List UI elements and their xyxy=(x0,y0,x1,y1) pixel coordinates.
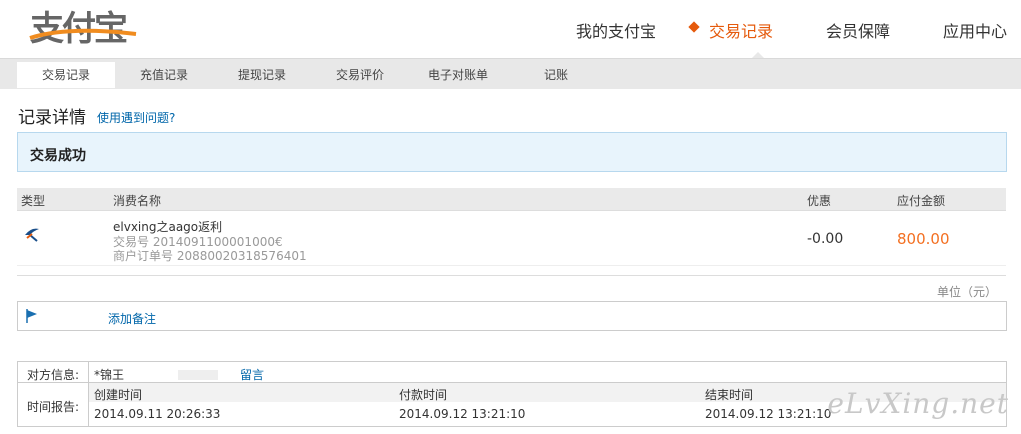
add-note-link[interactable]: 添加备注 xyxy=(108,310,156,327)
tab-e-statement[interactable]: 电子对账单 xyxy=(409,62,507,88)
header-amount: 应付金额 xyxy=(897,194,946,208)
header-name: 消费名称 xyxy=(113,194,162,208)
tab-transaction-reviews[interactable]: 交易评价 xyxy=(311,62,409,88)
nav-my-alipay[interactable]: 我的支付宝 xyxy=(576,18,656,42)
counterparty-label: 对方信息: xyxy=(26,368,80,382)
ended-time-label: 结束时间 xyxy=(705,388,754,402)
merchant-order-number: 商户订单号 20880020318576401 xyxy=(113,249,307,263)
table-row: elvxing之aago返利 交易号 2014091100001000€ 商户订… xyxy=(17,211,1006,266)
nav-member-protection[interactable]: 会员保障 xyxy=(826,18,890,42)
header-type: 类型 xyxy=(21,194,46,208)
time-report-label: 时间报告: xyxy=(26,400,80,414)
help-link[interactable]: 使用遇到问题? xyxy=(97,109,175,126)
watermark: eLvXing.net xyxy=(827,387,1009,420)
amount-value: 800.00 xyxy=(897,230,950,248)
top-nav: 我的支付宝 交易记录 会员保障 应用中心 xyxy=(523,18,1007,59)
top-bar: 支付宝 我的支付宝 交易记录 会员保障 应用中心 xyxy=(0,0,1021,59)
unit-label: 单位（元） xyxy=(936,285,997,299)
nav-transaction-records-label: 交易记录 xyxy=(708,22,773,41)
logo-swoosh-icon xyxy=(29,28,137,40)
divider xyxy=(17,275,1006,276)
header-discount: 优惠 xyxy=(807,194,832,208)
transaction-type-icon xyxy=(25,228,39,242)
tab-bookkeeping[interactable]: 记账 xyxy=(507,62,605,88)
tab-withdraw-records[interactable]: 提现记录 xyxy=(213,62,311,88)
discount-value: -0.00 xyxy=(807,231,844,247)
status-banner: 交易成功 xyxy=(17,132,1007,172)
tab-transaction-records[interactable]: 交易记录 xyxy=(17,62,115,88)
created-time-value: 2014.09.11 20:26:33 xyxy=(94,407,221,421)
created-time-label: 创建时间 xyxy=(94,388,143,402)
table-header: 类型 消费名称 优惠 应付金额 xyxy=(17,188,1006,211)
flag-icon xyxy=(26,309,37,323)
message-link[interactable]: 留言 xyxy=(240,366,264,383)
counterparty-value: *锦王 xyxy=(94,368,125,382)
paid-time-value: 2014.09.12 13:21:10 xyxy=(399,407,526,421)
status-text: 交易成功 xyxy=(30,148,86,164)
note-box: 添加备注 xyxy=(17,301,1007,331)
redacted-block xyxy=(178,367,218,381)
sub-nav: 交易记录 充值记录 提现记录 交易评价 电子对账单 记账 xyxy=(0,58,1021,89)
nav-transaction-records[interactable]: 交易记录 xyxy=(688,18,773,59)
tab-recharge-records[interactable]: 充值记录 xyxy=(115,62,213,88)
ended-time-value: 2014.09.12 13:21:10 xyxy=(705,407,832,421)
paid-time-label: 付款时间 xyxy=(399,388,448,402)
logo-text: 支付宝 xyxy=(30,9,128,49)
alipay-logo[interactable]: 支付宝 xyxy=(14,2,137,49)
nav-app-center[interactable]: 应用中心 xyxy=(943,18,1007,42)
active-dot-icon xyxy=(688,21,700,33)
page-title: 记录详情 xyxy=(18,108,86,128)
redaction xyxy=(178,369,218,380)
